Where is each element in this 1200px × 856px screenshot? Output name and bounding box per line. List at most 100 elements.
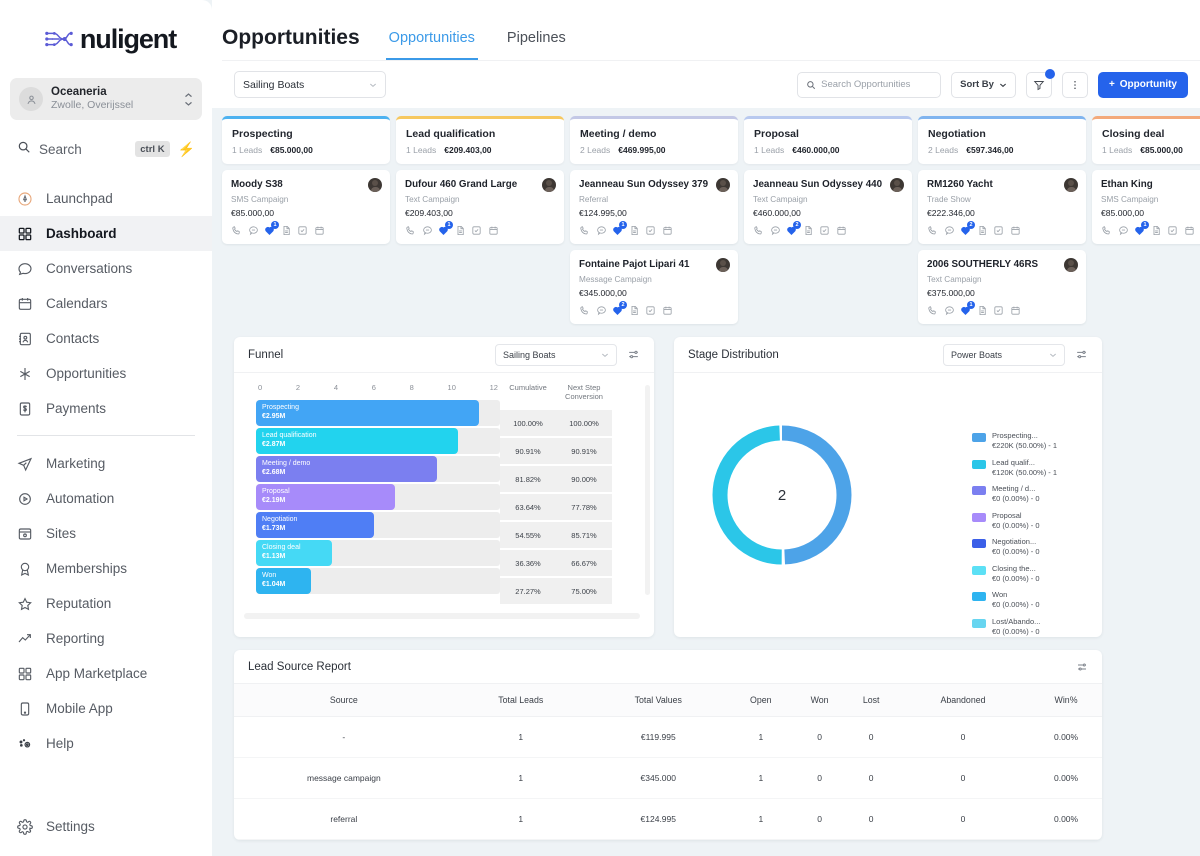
funnel-bar[interactable]: Prospecting €2.95M [256,400,479,426]
sidebar-item-sites[interactable]: Sites [0,516,212,551]
calendar-icon[interactable] [1010,305,1021,316]
table-column-header[interactable]: Total Leads [453,684,588,717]
document-icon[interactable] [977,305,988,316]
legend-item[interactable]: Prospecting... €220K (50.00%) - 1 [972,431,1092,451]
opportunity-card[interactable]: Moody S38 SMS Campaign €85.000,00 1 [222,170,390,244]
phone-icon[interactable] [579,305,590,316]
lightning-icon[interactable]: ⚡ [178,142,195,156]
funnel-bar[interactable]: Negotiation €1.73M [256,512,374,538]
lead-source-settings-button[interactable] [1076,661,1088,673]
tag-icon[interactable]: 1 [264,221,279,236]
chat-icon[interactable] [422,225,433,236]
brand-logo[interactable]: nuligent [0,0,212,78]
task-icon[interactable] [993,225,1004,236]
task-icon[interactable] [1167,225,1178,236]
calendar-icon[interactable] [1184,225,1195,236]
funnel-bar[interactable]: Meeting / demo €2.68M [256,456,437,482]
opportunity-card[interactable]: Dufour 460 Grand Large Text Campaign €20… [396,170,564,244]
chat-icon[interactable] [596,225,607,236]
legend-item[interactable]: Lost/Abando... €0 (0.00%) - 0 [972,617,1092,637]
sidebar-item-settings[interactable]: Settings [0,809,212,844]
funnel-settings-button[interactable] [627,348,640,361]
tag-icon[interactable]: 1 [1134,221,1149,236]
document-icon[interactable] [281,225,292,236]
sidebar-item-marketing[interactable]: Marketing [0,446,212,481]
legend-item[interactable]: Negotiation... €0 (0.00%) - 0 [972,537,1092,557]
phone-icon[interactable] [231,225,242,236]
sidebar-item-automation[interactable]: Automation [0,481,212,516]
phone-icon[interactable] [753,225,764,236]
calendar-icon[interactable] [662,305,673,316]
phone-icon[interactable] [579,225,590,236]
add-opportunity-button[interactable]: + Opportunity [1097,71,1188,98]
table-row[interactable]: referral 1 €124.995 1 0 0 0 0.00% [234,798,1102,840]
legend-item[interactable]: Proposal €0 (0.00%) - 0 [972,511,1092,531]
chat-icon[interactable] [944,225,955,236]
calendar-icon[interactable] [488,225,499,236]
calendar-icon[interactable] [1010,225,1021,236]
search-opportunities-input[interactable]: Search Opportunities [797,71,942,98]
sidebar-item-reporting[interactable]: Reporting [0,621,212,656]
task-icon[interactable] [993,305,1004,316]
opportunity-card[interactable]: Jeanneau Sun Odyssey 440 Text Campaign €… [744,170,912,244]
kanban-column-header[interactable]: Closing deal 1 Leads €85.000,00 [1092,116,1200,164]
table-column-header[interactable]: Win% [1030,684,1102,717]
filter-button[interactable] [1025,68,1055,98]
table-row[interactable]: message campaign 1 €345.000 1 0 0 0 0.00% [234,757,1102,799]
table-column-header[interactable]: Won [792,684,847,717]
table-column-header[interactable]: Abandoned [895,684,1031,717]
kanban-column-header[interactable]: Lead qualification 1 Leads €209.403,00 [396,116,564,164]
document-icon[interactable] [629,225,640,236]
sidebar-item-reputation[interactable]: Reputation [0,586,212,621]
table-column-header[interactable]: Lost [846,684,896,717]
funnel-bar[interactable]: Won €1.04M [256,568,311,594]
phone-icon[interactable] [1101,225,1112,236]
table-column-header[interactable]: Open [728,684,793,717]
funnel-horizontal-scrollbar[interactable] [244,613,640,619]
pipeline-select[interactable]: Sailing Boats [234,71,386,98]
tag-icon[interactable]: 2 [612,301,627,316]
phone-icon[interactable] [927,305,938,316]
legend-item[interactable]: Closing the... €0 (0.00%) - 0 [972,564,1092,584]
tab-opportunities[interactable]: Opportunities [385,30,478,60]
tag-icon[interactable]: 1 [438,221,453,236]
chat-icon[interactable] [770,225,781,236]
task-icon[interactable] [471,225,482,236]
scroll-area[interactable]: Prospecting 1 Leads €85.000,00 Moody S38… [212,108,1200,856]
calendar-icon[interactable] [836,225,847,236]
table-row[interactable]: -1 €119.995 1 0 0 0 0.00% [234,716,1102,758]
opportunity-card[interactable]: RM1260 Yacht Trade Show €222.346,00 2 [918,170,1086,244]
calendar-icon[interactable] [314,225,325,236]
tag-icon[interactable]: 2 [786,221,801,236]
tag-icon[interactable]: 1 [960,301,975,316]
phone-icon[interactable] [927,225,938,236]
funnel-bar[interactable]: Closing deal €1.13M [256,540,332,566]
funnel-bar[interactable]: Proposal €2.19M [256,484,395,510]
sidebar-item-memberships[interactable]: Memberships [0,551,212,586]
chat-icon[interactable] [248,225,259,236]
kanban-column-header[interactable]: Negotiation 2 Leads €597.346,00 [918,116,1086,164]
task-icon[interactable] [645,225,656,236]
document-icon[interactable] [1151,225,1162,236]
kanban-column-header[interactable]: Meeting / demo 2 Leads €469.995,00 [570,116,738,164]
document-icon[interactable] [803,225,814,236]
document-icon[interactable] [977,225,988,236]
opportunity-card[interactable]: 2006 SOUTHERLY 46RS Text Campaign €375.0… [918,250,1086,324]
document-icon[interactable] [629,305,640,316]
sidebar-item-contacts[interactable]: Contacts [0,321,212,356]
workspace-selector[interactable]: Oceaneria Zwolle, Overijssel [10,78,202,120]
opportunity-card[interactable]: Fontaine Pajot Lipari 41 Message Campaig… [570,250,738,324]
funnel-pipeline-select[interactable]: Sailing Boats [495,343,617,366]
phone-icon[interactable] [405,225,416,236]
kanban-column-header[interactable]: Proposal 1 Leads €460.000,00 [744,116,912,164]
task-icon[interactable] [645,305,656,316]
sidebar-item-dashboard[interactable]: Dashboard [0,216,212,251]
stage-settings-button[interactable] [1075,348,1088,361]
more-options-button[interactable] [1061,71,1088,98]
funnel-vertical-scrollbar[interactable] [645,385,650,595]
tag-icon[interactable]: 2 [960,221,975,236]
task-icon[interactable] [297,225,308,236]
table-column-header[interactable]: Source [234,684,454,717]
sidebar-item-help[interactable]: Help [0,726,212,761]
legend-item[interactable]: Lead qualif... €120K (50.00%) - 1 [972,458,1092,478]
